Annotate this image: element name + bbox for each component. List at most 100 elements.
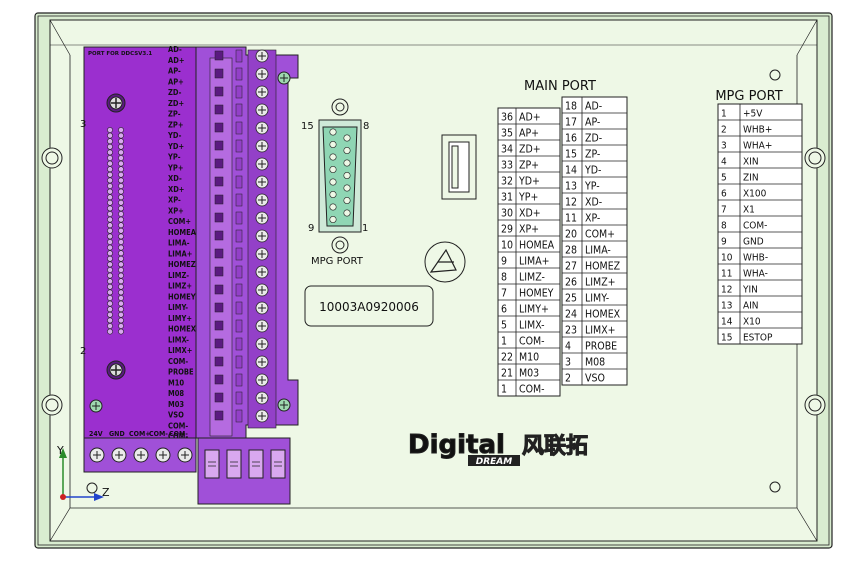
table-signal: YP+ <box>518 192 538 204</box>
table-signal: ZD- <box>585 133 602 145</box>
table-signal: WHA+ <box>743 141 772 152</box>
terminal-clamp <box>235 211 243 225</box>
table-signal: ZP- <box>585 149 600 161</box>
table-signal: XIN <box>743 157 759 168</box>
table-pin: 7 <box>501 288 507 300</box>
table-signal: LIMY- <box>585 293 609 305</box>
marker-2: 2 <box>80 346 86 357</box>
table-signal: M10 <box>519 352 539 364</box>
header-pin <box>118 323 124 329</box>
db15-pin <box>343 172 351 180</box>
table-signal: LIMX- <box>519 320 545 332</box>
mpg-port-title: MPG PORT <box>715 89 782 104</box>
table-signal: GND <box>743 237 764 248</box>
table-pin: 17 <box>565 117 577 129</box>
usb-port <box>441 134 477 200</box>
table-signal: COM+ <box>585 229 615 241</box>
mpg-port-table: 1 +5V 2 WHB+ 3 WHA+ 4 XIN 5 ZIN 6 X100 7 X1 8 COM- 9 GND 1… <box>717 103 803 345</box>
power-terminal-label: COM+ <box>129 430 151 438</box>
panel-drawing: PORT FOR DDCSV3.1 3 2 AD-AD+AP-AP+ZD-ZD+… <box>0 0 867 562</box>
header-pin <box>118 328 124 335</box>
table-pin: 5 <box>501 320 507 332</box>
terminal-opening <box>214 104 224 115</box>
db15-pin <box>343 184 351 192</box>
terminal-clamp <box>235 85 243 99</box>
header-pin <box>118 194 124 201</box>
pcb-pin-label: AP- <box>168 67 181 76</box>
header-pin <box>107 132 113 139</box>
table-signal: LIMZ- <box>519 272 545 284</box>
terminal-opening <box>214 248 224 259</box>
terminal-opening <box>214 158 224 169</box>
terminal-clamp <box>235 301 243 315</box>
table-signal: M08 <box>585 357 605 369</box>
terminal-clamp <box>235 319 243 333</box>
header-pin <box>118 143 124 150</box>
db15-pin-1: 1 <box>362 223 368 234</box>
table-pin: 8 <box>501 272 507 284</box>
table-pin: 3 <box>721 141 727 152</box>
terminal-clamp <box>235 391 243 405</box>
header-pin <box>118 255 124 262</box>
plug-slot <box>204 449 220 479</box>
header-pin <box>118 289 124 296</box>
pcb-screw-bottom <box>106 360 126 380</box>
header-pin <box>118 160 124 167</box>
header-pin <box>107 177 113 184</box>
table-pin: 30 <box>501 208 513 220</box>
table-pin: 28 <box>565 245 577 257</box>
pcb-pin-label: YP+ <box>167 163 183 172</box>
table-pin: 20 <box>565 229 577 241</box>
header-pin <box>107 233 113 240</box>
pcb-pin-label: XP+ <box>168 206 184 215</box>
table-signal: AD+ <box>519 112 541 124</box>
terminal-opening <box>214 230 224 241</box>
table-pin: 23 <box>565 325 577 337</box>
serial-number: 10003A0920006 <box>319 300 419 314</box>
power-terminal-label: 24V <box>89 430 103 438</box>
terminal-opening <box>214 374 224 385</box>
table-signal: LIMZ+ <box>585 277 616 289</box>
terminal-clamp <box>235 265 243 279</box>
header-pin <box>107 227 113 234</box>
table-signal: HOMEA <box>519 240 555 252</box>
header-pin <box>107 143 113 150</box>
table-pin: 26 <box>565 277 577 289</box>
table-signal: AIN <box>743 301 759 312</box>
pcb-pin-label: XD+ <box>168 185 184 194</box>
header-pin <box>118 188 124 195</box>
header-pin <box>107 283 113 290</box>
table-signal: ZD+ <box>519 144 541 156</box>
header-pin <box>107 216 113 223</box>
table-pin: 13 <box>565 181 577 193</box>
header-pin <box>107 149 113 156</box>
table-signal: YIN <box>742 285 758 296</box>
db15-pin <box>329 203 337 211</box>
table-pin: 7 <box>721 205 727 216</box>
terminal-opening <box>214 410 224 421</box>
pcb-pin-label: AD+ <box>168 56 184 65</box>
terminal-opening <box>214 392 224 403</box>
table-signal: XP- <box>585 213 600 225</box>
header-pin <box>107 171 113 178</box>
table-signal: YD+ <box>518 176 540 188</box>
db15-pin <box>329 216 337 224</box>
controller-rear-panel: PORT FOR DDCSV3.1 3 2 AD- AD+ AP- AP+ ZD- ZD+… <box>0 0 867 562</box>
terminal-clamp <box>235 103 243 117</box>
pcb-pin-label: LIMY- <box>168 303 188 312</box>
terminal-clamp <box>235 229 243 243</box>
table-pin: 9 <box>721 237 727 248</box>
table-signal: ZIN <box>743 173 759 184</box>
table-pin: 2 <box>565 373 571 385</box>
table-signal: XD- <box>585 197 602 209</box>
header-pin <box>107 295 113 301</box>
pcb-title: PORT FOR DDCSV3.1 <box>88 51 152 57</box>
pcb-pin-label: HOMEY <box>168 292 196 301</box>
header-pin <box>118 227 124 234</box>
db15-pin <box>329 128 337 136</box>
header-pin <box>107 289 113 296</box>
db15-pin-8: 8 <box>363 121 369 132</box>
mounting-hole-right-top <box>804 147 826 169</box>
terminal-clamp <box>235 193 243 207</box>
header-pin <box>107 317 113 324</box>
